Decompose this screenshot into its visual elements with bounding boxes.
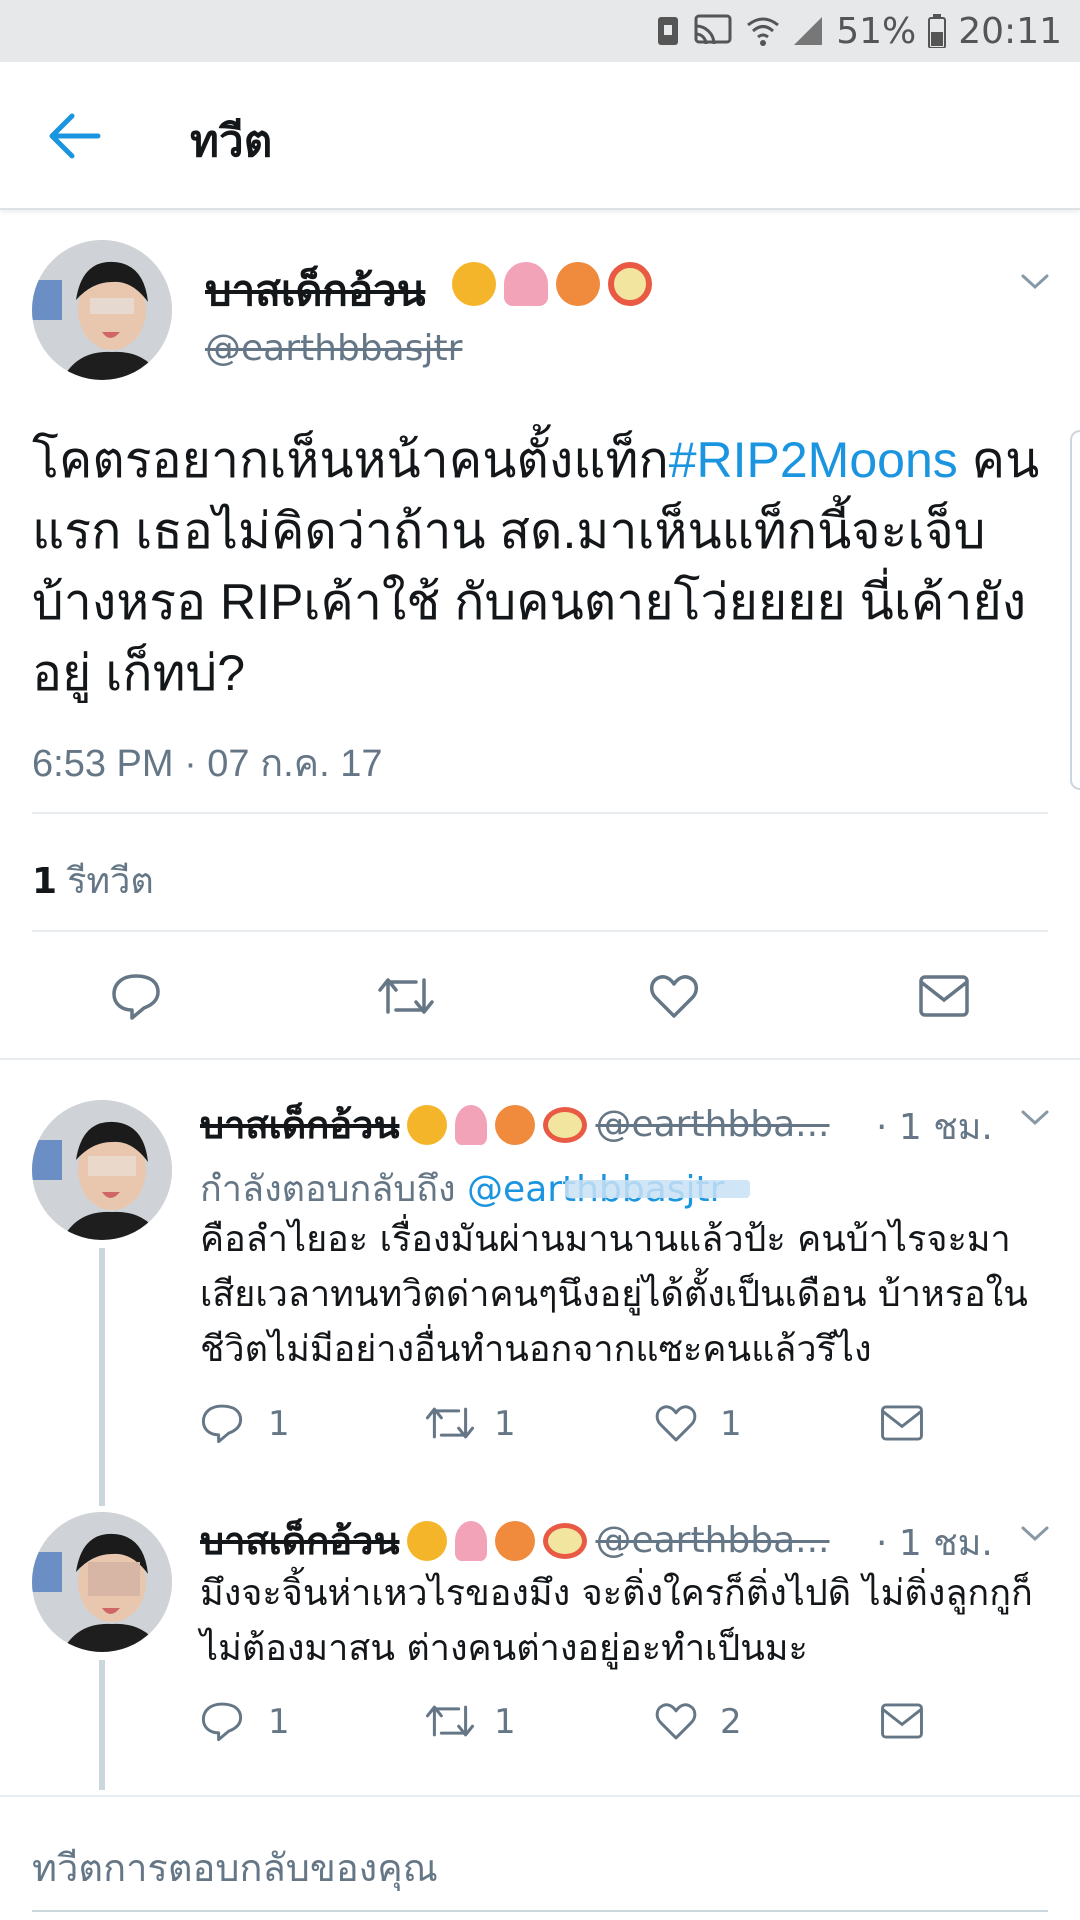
scrollbar[interactable] bbox=[1070, 430, 1080, 790]
compose-placeholder[interactable]: ทวีตการตอบกลับของคุณ bbox=[32, 1837, 438, 1898]
retweet-icon[interactable] bbox=[376, 972, 436, 1020]
page-title: ทวีต bbox=[190, 116, 273, 167]
like-icon[interactable] bbox=[654, 1402, 698, 1444]
reply-author-name[interactable]: บาสเด็กอ้วน bbox=[200, 1094, 399, 1155]
like-count: 2 bbox=[720, 1702, 742, 1742]
reply-avatar[interactable] bbox=[32, 1512, 172, 1652]
status-icons: 51% 20:11 bbox=[656, 8, 1062, 54]
reply-text: มึงจะจิ้นห่าเหวไรของมึง จะติ่งใครก็ติ่งไ… bbox=[200, 1573, 1033, 1669]
thread-line bbox=[99, 1248, 105, 1506]
cast-icon bbox=[694, 14, 732, 45]
retweet-icon[interactable] bbox=[424, 1700, 476, 1742]
battery-percent: 51% bbox=[836, 10, 917, 52]
author-name[interactable]: บาสเด็กอ้วน bbox=[205, 258, 425, 324]
reply-author-handle[interactable]: @earthbba... bbox=[595, 1104, 829, 1145]
retweet-icon[interactable] bbox=[424, 1402, 476, 1444]
profile-photo bbox=[32, 1512, 172, 1652]
thread-line bbox=[99, 1660, 105, 1790]
signal-icon bbox=[794, 17, 823, 45]
like-icon[interactable] bbox=[648, 972, 700, 1020]
retweet-count: 1 bbox=[494, 1702, 516, 1742]
reply-header: บาสเด็กอ้วน @earthbba... bbox=[200, 1094, 830, 1155]
reply-count: 1 bbox=[268, 1404, 290, 1444]
tongue-face-icon bbox=[452, 262, 496, 306]
reply-header: บาสเด็กอ้วน @earthbba... bbox=[200, 1510, 830, 1571]
divider bbox=[32, 812, 1048, 814]
reply-count: 1 bbox=[268, 1702, 290, 1742]
back-arrow-icon[interactable] bbox=[44, 108, 104, 164]
shrimp-icon bbox=[495, 1520, 536, 1561]
tweet-text-start: โคตรอยากเห็นหน้าคนตั้งแท็ก bbox=[32, 432, 669, 488]
author-handle[interactable]: @earthbbasjtr bbox=[205, 328, 462, 369]
retweet-count: 1 bbox=[32, 861, 58, 902]
reply-time: · 1 ชม. bbox=[876, 1523, 993, 1564]
handle-blur bbox=[565, 1180, 750, 1198]
battery-icon bbox=[928, 14, 947, 48]
tongue-face-icon bbox=[407, 1104, 448, 1145]
retweet-count: 1 bbox=[494, 1404, 516, 1444]
status-bar: 51% 20:11 bbox=[0, 0, 1080, 62]
reply-author-name[interactable]: บาสเด็กอ้วน bbox=[200, 1510, 399, 1571]
reply-icon[interactable] bbox=[200, 1700, 244, 1742]
compose-reply[interactable]: ทวีตการตอบกลับของคุณ bbox=[0, 1795, 1080, 1920]
avatar[interactable] bbox=[32, 240, 172, 380]
ice-cream-icon bbox=[455, 1104, 488, 1145]
reply-icon[interactable] bbox=[200, 1402, 244, 1444]
ice-cream-icon bbox=[504, 262, 548, 306]
sushi-icon bbox=[543, 1522, 588, 1559]
like-count: 1 bbox=[720, 1404, 742, 1444]
divider bbox=[32, 930, 1048, 932]
shrimp-icon bbox=[495, 1104, 536, 1145]
clock: 20:11 bbox=[958, 10, 1062, 52]
reply-avatar[interactable] bbox=[32, 1100, 172, 1240]
reply-icon[interactable] bbox=[110, 972, 162, 1020]
direct-message-icon[interactable] bbox=[880, 1404, 924, 1442]
chevron-down-icon[interactable] bbox=[1020, 1108, 1050, 1128]
ice-cream-icon bbox=[455, 1520, 488, 1561]
chevron-down-icon[interactable] bbox=[1020, 1524, 1050, 1544]
shrimp-icon bbox=[556, 262, 600, 306]
hashtag-link[interactable]: #RIP2Moons bbox=[669, 432, 958, 488]
name-emojis bbox=[452, 262, 652, 306]
tongue-face-icon bbox=[407, 1520, 448, 1561]
like-icon[interactable] bbox=[654, 1700, 698, 1742]
sushi-icon bbox=[608, 262, 652, 306]
retweet-label: รีทวีต bbox=[67, 861, 154, 902]
sushi-icon bbox=[543, 1106, 588, 1143]
reply-text: คือลำไยอะ เรื่องมันผ่านมานานแล้วป้ะ คนบ้… bbox=[200, 1219, 1028, 1370]
section-divider bbox=[0, 1058, 1080, 1060]
reply-time: · 1 ชม. bbox=[876, 1107, 993, 1148]
profile-photo bbox=[32, 1100, 172, 1240]
tweet-text: โคตรอยากเห็นหน้าคนตั้งแท็ก#RIP2Moons คนแ… bbox=[32, 425, 1042, 709]
sim-icon bbox=[658, 17, 679, 45]
retweet-stats[interactable]: 1 รีทวีต bbox=[32, 852, 154, 909]
chevron-down-icon[interactable] bbox=[1020, 272, 1050, 292]
wifi-icon bbox=[747, 17, 780, 46]
profile-photo bbox=[32, 240, 172, 380]
tweet-timestamp[interactable]: 6:53 PM · 07 ก.ค. 17 bbox=[32, 732, 382, 793]
reply-author-handle[interactable]: @earthbba... bbox=[595, 1520, 829, 1561]
replying-prefix: กำลังตอบกลับถึง bbox=[200, 1169, 456, 1210]
compose-underline bbox=[32, 1910, 1048, 1912]
direct-message-icon[interactable] bbox=[918, 974, 970, 1018]
direct-message-icon[interactable] bbox=[880, 1702, 924, 1740]
app-bar: ทวีต bbox=[0, 62, 1080, 210]
